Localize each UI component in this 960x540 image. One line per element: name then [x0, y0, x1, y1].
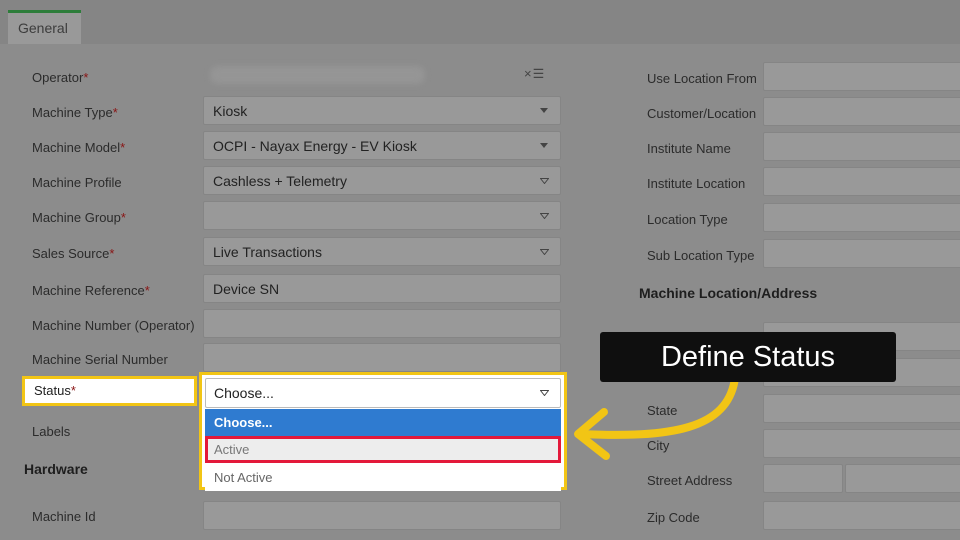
- status-select[interactable]: Choose...: [205, 378, 561, 408]
- machine-profile-label: Machine Profile: [32, 175, 122, 190]
- machine-id-input[interactable]: [203, 501, 561, 530]
- status-dropdown: Choose... Choose... Active Not Active: [199, 372, 567, 491]
- chevron-down-icon: [540, 213, 549, 219]
- machine-model-label: Machine Model*: [32, 140, 126, 155]
- tab-general[interactable]: General: [8, 10, 81, 44]
- define-status-callout: Define Status: [600, 332, 896, 382]
- operator-label: Operator*: [32, 70, 89, 85]
- chevron-down-icon: [540, 108, 548, 113]
- institute-location-label: Institute Location: [647, 176, 746, 191]
- zip-code-input[interactable]: [763, 501, 960, 530]
- status-option-not-active[interactable]: Not Active: [205, 464, 561, 491]
- use-location-from-select[interactable]: [763, 62, 960, 91]
- sub-location-type-label: Sub Location Type: [647, 248, 755, 263]
- chevron-down-icon: [540, 143, 548, 148]
- machine-group-select[interactable]: [203, 201, 561, 230]
- customer-location-label: Customer/Location: [647, 106, 757, 121]
- chevron-down-icon: [540, 178, 549, 184]
- machine-type-label: Machine Type*: [32, 105, 118, 120]
- sub-location-type-select[interactable]: [763, 239, 960, 268]
- machine-number-input[interactable]: [203, 309, 561, 338]
- machine-reference-input[interactable]: Device SN: [203, 274, 561, 303]
- use-location-from-label: Use Location From: [647, 71, 757, 86]
- machine-serial-label: Machine Serial Number: [32, 352, 168, 367]
- institute-name-label: Institute Name: [647, 141, 731, 156]
- chevron-down-icon: [540, 390, 549, 396]
- machine-serial-input[interactable]: [203, 343, 561, 372]
- machine-location-section-title: Machine Location/Address: [639, 285, 818, 301]
- zip-code-label: Zip Code: [647, 510, 700, 525]
- operator-clear-list-icon[interactable]: ×☰: [524, 66, 545, 82]
- machine-number-label: Machine Number (Operator): [32, 318, 195, 333]
- institute-location-input[interactable]: [763, 167, 960, 196]
- sales-source-select[interactable]: Live Transactions: [203, 237, 561, 266]
- status-option-choose[interactable]: Choose...: [205, 409, 561, 436]
- curved-arrow-icon: [574, 374, 739, 460]
- state-input[interactable]: [763, 394, 960, 423]
- street-number-input[interactable]: [763, 464, 843, 493]
- hardware-section-title: Hardware: [24, 461, 88, 477]
- machine-model-select[interactable]: OCPI - Nayax Energy - EV Kiosk: [203, 131, 561, 160]
- street-address-input[interactable]: [845, 464, 960, 493]
- customer-location-input[interactable]: [763, 97, 960, 126]
- chevron-down-icon: [540, 249, 549, 255]
- location-type-label: Location Type: [647, 212, 728, 227]
- machine-reference-label: Machine Reference*: [32, 283, 150, 298]
- labels-label: Labels: [32, 424, 71, 439]
- status-label: Status*: [22, 376, 197, 406]
- status-option-active[interactable]: Active: [205, 436, 561, 463]
- location-type-select[interactable]: [763, 203, 960, 232]
- institute-name-input[interactable]: [763, 132, 960, 161]
- machine-group-label: Machine Group*: [32, 210, 126, 225]
- sales-source-label: Sales Source*: [32, 246, 115, 261]
- operator-value-blurred: [210, 66, 425, 84]
- machine-type-select[interactable]: Kiosk: [203, 96, 561, 125]
- tab-bar: General: [0, 0, 960, 44]
- machine-profile-select[interactable]: Cashless + Telemetry: [203, 166, 561, 195]
- machine-id-label: Machine Id: [32, 509, 96, 524]
- city-input[interactable]: [763, 429, 960, 458]
